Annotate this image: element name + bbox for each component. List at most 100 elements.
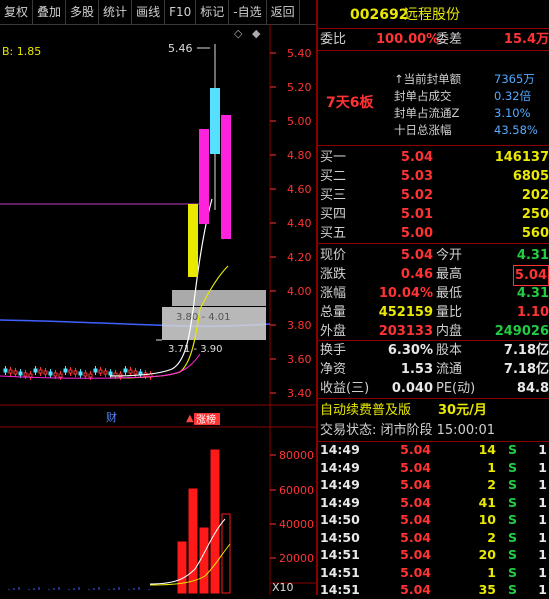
tick-price: 5.04 (400, 547, 431, 562)
bid-row[interactable]: 买五 5.00 560 (318, 224, 549, 243)
toolbar-btn-2[interactable]: 多股 (66, 0, 100, 24)
volume-bar (177, 541, 187, 594)
small-candle (63, 368, 68, 373)
tick-side: S (508, 442, 518, 457)
tick-price: 5.04 (400, 459, 431, 475)
zhangbang-label: 涨榜 (196, 413, 216, 426)
high-label: 5.46 (168, 42, 193, 55)
zhangbang-marker-icon[interactable]: ▲ (186, 413, 194, 424)
quote-value: 249026 (494, 324, 549, 339)
toolbar-btn-7[interactable]: -自选 (229, 0, 267, 24)
candle-body (199, 129, 209, 224)
fund-label: 股本 (436, 343, 463, 358)
toolbar-btn-6[interactable]: 标记 (196, 0, 230, 24)
tick-volume: 41 (478, 494, 496, 510)
tick-side: S (508, 547, 518, 562)
fund-value: 84.8 (516, 381, 549, 396)
range-label-1: 3.80 - 4.01 (176, 312, 231, 323)
small-candle (103, 370, 108, 375)
tick-count: 1 (538, 512, 547, 527)
tick-price: 5.04 (400, 529, 431, 545)
bid-label: 买四 (320, 207, 347, 222)
quote-row: 涨跌 0.46 最高 5.04 (318, 265, 549, 286)
small-candle (3, 368, 8, 373)
quote-label: 涨跌 (320, 267, 347, 282)
small-candle (93, 368, 98, 373)
small-candle (13, 370, 18, 375)
toolbar-btn-5[interactable]: F10 (165, 0, 197, 24)
fund-value: 0.040 (391, 381, 433, 396)
volume-unit-label: X10 (272, 581, 294, 594)
tick-count: 1 (538, 582, 547, 597)
small-candle (98, 369, 103, 374)
vol-tick: 40000 (279, 518, 314, 531)
seal-info-row: 十日总涨幅 43.58% (318, 121, 549, 140)
bid-price: 5.00 (400, 226, 433, 241)
tick-row: 14:50 5.04 2 S 1 (318, 529, 549, 547)
tick-count: 1 (538, 459, 547, 475)
quote-value: 203133 (378, 324, 433, 339)
price-tick: 3.40 (287, 387, 312, 400)
quote-value: 4.31 (516, 248, 549, 263)
promo-price[interactable]: 30元/月 (438, 401, 487, 420)
small-candle (28, 373, 33, 378)
tick-side: S (508, 512, 518, 527)
range-label-2: 3.71 - 3.90 (168, 344, 223, 355)
tick-count: 1 (538, 442, 547, 457)
tick-time: 14:49 (320, 442, 360, 457)
settings-toggle-icon[interactable]: ◆ (252, 27, 261, 40)
tick-side: S (508, 529, 518, 545)
small-candle (48, 371, 53, 376)
promo-row[interactable]: 自动续费普及版 30元/月 (318, 401, 549, 420)
tick-time: 14:50 (320, 529, 360, 545)
kline-chart[interactable]: 3.80 - 4.01 3.71 - 3.90 5.46 ◇ ◆ B: 1.85… (0, 24, 316, 595)
price-tick: 3.80 (287, 319, 312, 332)
fund-row: 收益(三) 0.040 PE(动) 84.8 (318, 379, 549, 398)
toolbar-btn-0[interactable]: 复权 (0, 0, 34, 24)
tick-side: S (508, 582, 518, 597)
toolbar-btn-4[interactable]: 画线 (132, 0, 166, 24)
toolbar-btn-3[interactable]: 统计 (99, 0, 133, 24)
tick-row: 14:51 5.04 20 S 1 (318, 546, 549, 564)
tick-row: 14:49 5.04 14 S 1 (318, 441, 549, 459)
toolbar-btn-8[interactable]: 返回 (267, 0, 300, 24)
bid-row[interactable]: 买一 5.04 146137 (318, 148, 549, 167)
tick-time: 14:49 (320, 494, 360, 510)
bid-row[interactable]: 买三 5.02 202 (318, 186, 549, 205)
weicha-value: 15.4万 (503, 32, 549, 47)
price-tick: 4.40 (287, 217, 312, 230)
volume-bar (199, 527, 209, 594)
quote-value: 5.04 (512, 265, 549, 286)
tick-side: S (508, 459, 518, 475)
bid-row[interactable]: 买四 5.01 250 (318, 205, 549, 224)
toolbar-btn-1[interactable]: 叠加 (33, 0, 67, 24)
finance-marker[interactable]: 财 (106, 410, 117, 424)
quote-value: 10.04% (378, 286, 433, 301)
quote-value: 5.04 (400, 248, 433, 263)
bid-price: 5.04 (400, 150, 433, 165)
bid-row[interactable]: 买二 5.03 6805 (318, 167, 549, 186)
fund-label: 换手 (320, 343, 347, 358)
tick-price: 5.04 (400, 512, 431, 527)
bid-label: 买一 (320, 150, 347, 165)
tick-volume: 1 (487, 564, 496, 580)
fund-row: 净资 1.53 流通 7.18亿 (318, 360, 549, 379)
quote-label: 现价 (320, 248, 347, 263)
price-tick: 4.20 (287, 251, 312, 264)
seal-label: 十日总涨幅 (394, 123, 452, 137)
vol-tick: 80000 (279, 449, 314, 462)
bid-volume: 202 (521, 188, 549, 203)
tick-volume: 20 (478, 547, 496, 562)
streak-badge: 7天6板 (326, 95, 374, 111)
tick-row: 14:49 5.04 41 S 1 (318, 494, 549, 512)
fund-value: 1.53 (400, 362, 433, 377)
candle-body (210, 88, 220, 154)
tick-volume: 35 (478, 582, 496, 597)
tick-count: 1 (538, 529, 547, 545)
promo-text[interactable]: 自动续费普及版 (320, 401, 411, 420)
quote-value: 0.46 (400, 267, 433, 282)
quote-row: 涨幅 10.04% 最低 4.31 (318, 284, 549, 303)
fund-label: 收益(三) (320, 381, 370, 396)
kline-svg: 3.80 - 4.01 3.71 - 3.90 5.46 ◇ ◆ B: 1.85… (0, 24, 316, 595)
small-candle (58, 373, 63, 378)
